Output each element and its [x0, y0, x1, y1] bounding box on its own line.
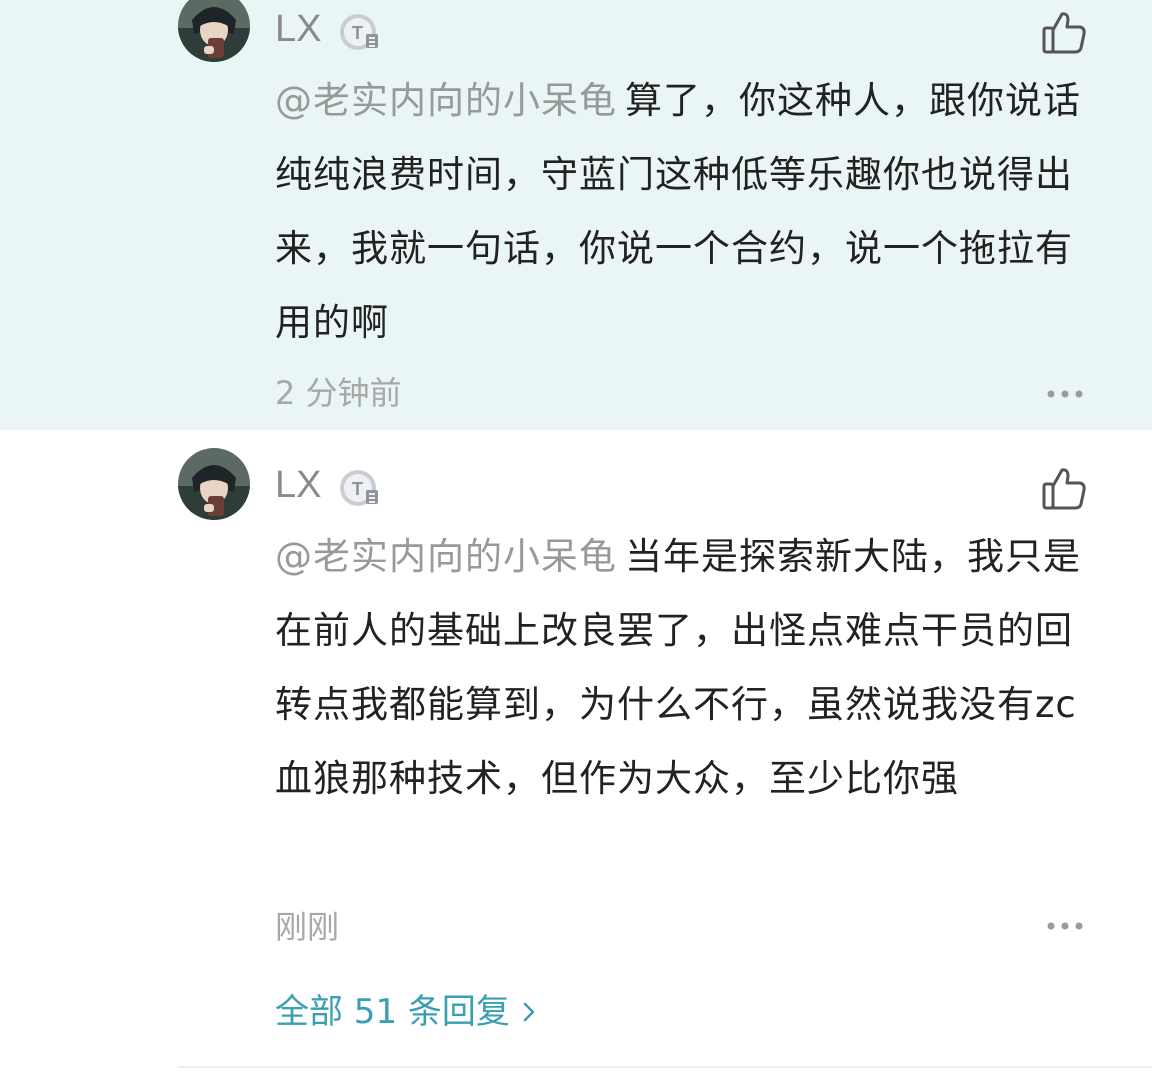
avatar[interactable] [178, 448, 250, 520]
view-all-replies-label: 全部 51 条回复 [275, 992, 510, 1032]
thumbs-up-icon[interactable] [1040, 464, 1088, 512]
username[interactable]: LX [275, 8, 321, 51]
timestamp: 2 分钟前 [275, 374, 402, 412]
svg-text:T: T [352, 479, 363, 499]
thumbs-up-icon[interactable] [1040, 8, 1088, 56]
reply-content: @老实内向的小呆龟 算了，你这种人，跟你说话纯纯浪费时间，守蓝门这种低等乐趣你也说… [275, 64, 1095, 360]
mention-link[interactable]: @老实内向的小呆龟 [275, 79, 617, 122]
reply-item: LX T @老实内向的小呆龟 当年是探索新大陆，我只是在前人的基础上改良罢了，出怪… [0, 430, 1152, 970]
avatar[interactable] [178, 0, 250, 62]
reply-content: @老实内向的小呆龟 当年是探索新大陆，我只是在前人的基础上改良罢了，出怪点难点干员… [275, 520, 1095, 816]
more-options-icon[interactable] [1046, 916, 1084, 930]
more-options-icon[interactable] [1046, 384, 1084, 398]
view-all-replies-link[interactable]: 全部 51 条回复 [275, 984, 538, 1033]
divider [178, 1066, 1152, 1068]
timestamp: 刚刚 [275, 908, 340, 946]
t-level-badge-icon: T [338, 466, 382, 510]
reply-item: LX T @老实内向的小呆龟 算了，你这种人，跟你说话纯纯浪费时间，守蓝门这种低等… [0, 0, 1152, 430]
mention-link[interactable]: @老实内向的小呆龟 [275, 535, 617, 578]
username[interactable]: LX [275, 464, 321, 507]
chevron-right-icon [520, 995, 538, 1023]
svg-text:T: T [352, 23, 363, 43]
t-level-badge-icon: T [338, 10, 382, 54]
